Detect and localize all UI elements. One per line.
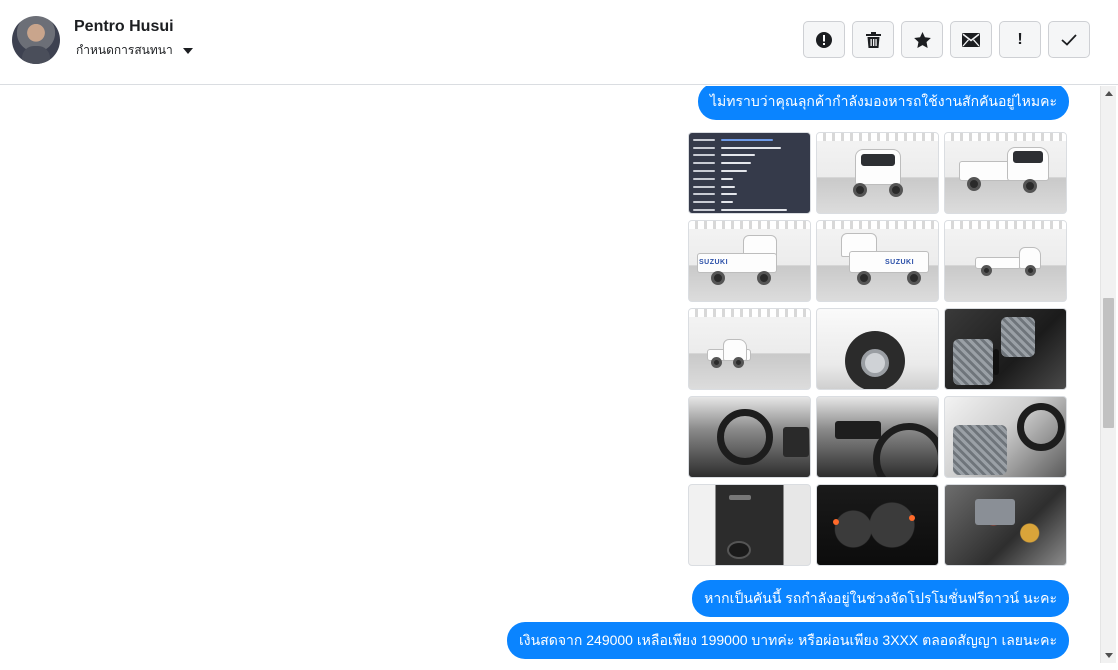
check-icon (1061, 33, 1077, 46)
photo-thumbnail-truck-rear-quarter-2[interactable]: SUZUKI (816, 220, 939, 302)
brand-badge: SUZUKI (699, 259, 729, 266)
photo-thumbnail-interior-dashboard[interactable] (688, 396, 811, 478)
contact-name[interactable]: Pentro Husui (74, 18, 174, 36)
scrollbar-thumb[interactable] (1103, 298, 1114, 428)
avatar[interactable] (12, 16, 60, 64)
message-bubble: ไม่ทราบว่าคุณลุกค้ากำลังมองหารถใช้งานสัก… (698, 86, 1069, 120)
caret-down-icon (182, 47, 193, 54)
conversation-window: Pentro Husui กำหนดการสนทนา ! ไม่ทราบว่าค… (0, 0, 1118, 670)
photo-thumbnail-door-panel[interactable] (688, 484, 811, 566)
scroll-up-arrow-icon[interactable] (1105, 91, 1113, 96)
mail-icon (962, 32, 980, 47)
mark-unread-button[interactable] (950, 21, 992, 58)
photo-thumbnail-interior-steering[interactable] (816, 396, 939, 478)
report-button[interactable] (803, 21, 845, 58)
favorite-button[interactable] (901, 21, 943, 58)
delete-button[interactable] (852, 21, 894, 58)
star-icon (913, 31, 931, 48)
message-bubble: เงินสดจาก 249000 เหลือเพียง 199000 บาทค่… (506, 622, 1069, 659)
photo-thumbnail-truck-side-2[interactable] (688, 308, 811, 390)
message-thread[interactable]: ไม่ทราบว่าคุณลุกค้ากำลังมองหารถใช้งานสัก… (0, 86, 1100, 670)
photo-grid: SUZUKI SUZUKI (688, 132, 1068, 566)
done-button[interactable] (1048, 21, 1090, 58)
photo-thumbnail-gauge-cluster[interactable] (816, 484, 939, 566)
photo-thumbnail-truck-side[interactable] (944, 220, 1067, 302)
header-actions: ! (803, 21, 1090, 58)
thread-scrollbar[interactable] (1100, 86, 1116, 663)
conversation-status-dropdown[interactable]: กำหนดการสนทนา (76, 41, 193, 60)
photo-thumbnail-truck-wheel[interactable] (816, 308, 939, 390)
photo-thumbnail-interior-seat-steering[interactable] (944, 396, 1067, 478)
exclamation-icon: ! (1017, 30, 1023, 48)
photo-thumbnail-truck-front-quarter[interactable] (944, 132, 1067, 214)
photo-thumbnail-truck-rear-quarter[interactable]: SUZUKI (688, 220, 811, 302)
photo-thumbnail-engine-bay[interactable] (944, 484, 1067, 566)
important-button[interactable]: ! (999, 21, 1041, 58)
message-bubble: หากเป็นคันนี้ รถกำลังอยู่ในช่วงจัดโปรโมช… (692, 580, 1069, 617)
conversation-header: Pentro Husui กำหนดการสนทนา ! (0, 0, 1118, 85)
photo-thumbnail-info-card[interactable] (688, 132, 811, 214)
trash-icon (865, 31, 881, 48)
scroll-down-arrow-icon[interactable] (1105, 653, 1113, 658)
status-label: กำหนดการสนทนา (76, 43, 173, 57)
alert-circle-icon (816, 31, 832, 48)
photo-thumbnail-truck-front[interactable] (816, 132, 939, 214)
photo-thumbnail-interior-seats[interactable] (944, 308, 1067, 390)
brand-badge: SUZUKI (885, 259, 915, 266)
